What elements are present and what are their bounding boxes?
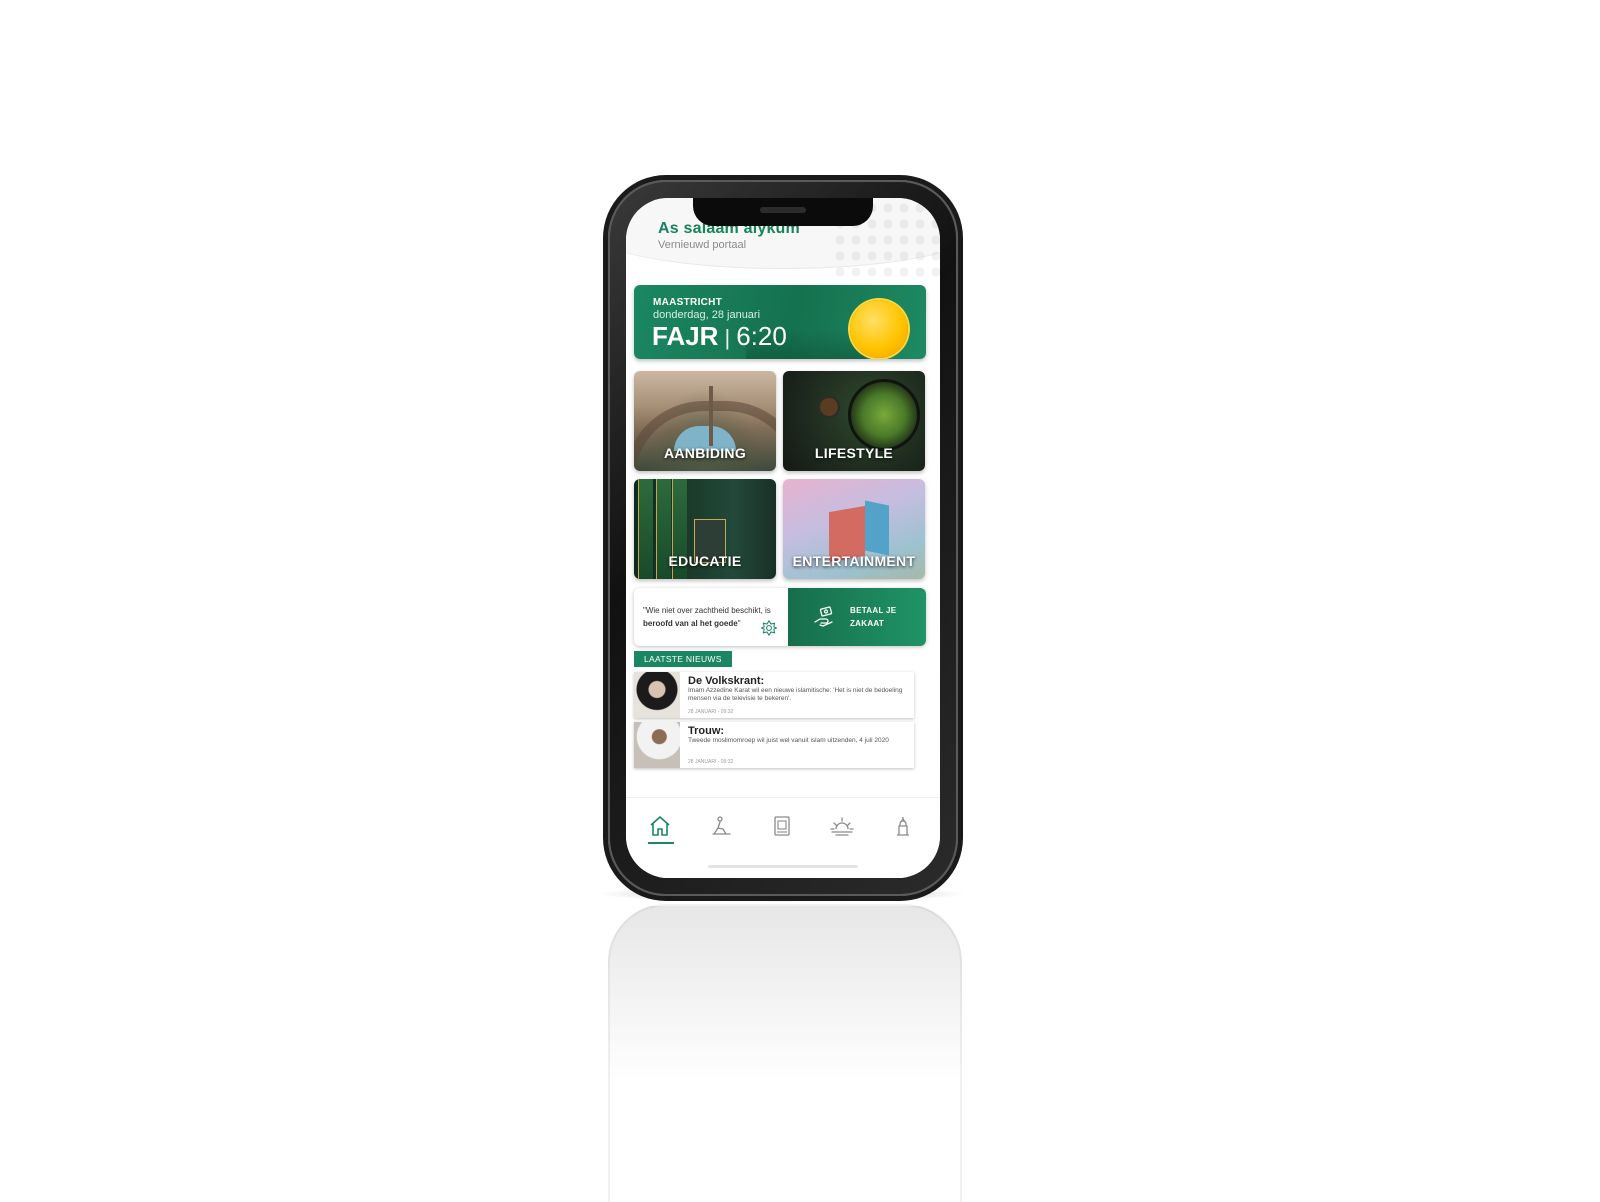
pay-zakaat-button[interactable]: BETAAL JE ZAKAAT: [788, 588, 926, 646]
prayer-time: 6:20: [736, 321, 787, 351]
speaker-grille: [760, 207, 806, 213]
news-thumbnail: [634, 722, 680, 768]
news-source: Trouw:: [688, 725, 725, 737]
phone-frame: As salaam alykum Vernieuwd portaal MAAST…: [608, 180, 958, 896]
quran-icon[interactable]: [770, 814, 794, 838]
prayer-city: MAASTRICHT: [653, 297, 723, 308]
home-icon[interactable]: [648, 814, 672, 838]
quote-text-bold: beroofd van al het goede: [643, 619, 738, 628]
prayer-time-card[interactable]: MAASTRICHT donderdag, 28 januari FAJR | 6:…: [634, 285, 926, 359]
active-tab-indicator: [648, 842, 674, 844]
latest-news-label: LAATSTE NIEUWS: [634, 651, 732, 667]
prayer-date: donderdag, 28 januari: [653, 309, 761, 321]
tile-label: EDUCATIE: [668, 553, 742, 569]
tile-entertainment[interactable]: ENTERTAINMENT: [783, 479, 925, 579]
prayer-time-row: FAJR | 6:20: [652, 321, 787, 352]
tile-lifestyle[interactable]: LIFESTYLE: [783, 371, 925, 471]
phone-reflection: [608, 904, 962, 1202]
tile-label: LIFESTYLE: [814, 445, 894, 461]
tile-image-dish: [818, 396, 840, 418]
news-date: 28 JANUARI - 09:32: [688, 709, 734, 715]
quote-text: "Wie niet over zachtheid beschikt, is be…: [643, 604, 778, 630]
pay-zakaat-line1: BETAAL JE: [850, 606, 897, 615]
app-screen: As salaam alykum Vernieuwd portaal MAAST…: [626, 198, 940, 878]
giving-hand-icon: [814, 606, 833, 627]
pay-zakaat-label: BETAAL JE ZAKAAT: [850, 604, 896, 630]
islamic-star-icon: [761, 620, 777, 636]
quote-card: "Wie niet over zachtheid beschikt, is be…: [634, 588, 926, 646]
bottom-tab-bar: [626, 797, 940, 878]
phone-notch: [693, 198, 873, 226]
tile-aanbiding[interactable]: AANBIDING: [634, 371, 776, 471]
sunrise-icon[interactable]: [830, 814, 854, 838]
tile-label: ENTERTAINMENT: [792, 553, 916, 569]
tile-image-bowl: [848, 379, 920, 451]
tile-image-cube: [865, 500, 889, 556]
news-item[interactable]: Trouw: Tweede moslimomroep wil juist wel…: [634, 722, 914, 768]
news-source: De Volkskrant:: [688, 675, 765, 687]
tile-educatie[interactable]: EDUCATIE: [634, 479, 776, 579]
news-date: 28 JANUARI - 09:32: [688, 759, 734, 765]
prayer-icon[interactable]: [709, 814, 733, 838]
greeting-subtitle: Vernieuwd portaal: [658, 239, 747, 251]
news-body: Tweede moslimomroep wil juist wel vanuit…: [688, 737, 889, 744]
tile-label: AANBIDING: [663, 445, 747, 461]
quote-text-prefix: "Wie niet over zachtheid beschikt, is: [643, 606, 771, 615]
news-thumbnail: [634, 672, 680, 718]
home-indicator: [708, 865, 858, 868]
pay-zakaat-line2: ZAKAAT: [850, 619, 885, 628]
sun-icon: [850, 300, 908, 358]
tile-image-minaret: [709, 386, 713, 446]
quote-text-suffix: ": [737, 619, 741, 628]
mosque-icon[interactable]: [891, 814, 915, 838]
prayer-name: FAJR: [652, 321, 719, 351]
prayer-separator: |: [724, 325, 731, 350]
news-item[interactable]: De Volkskrant: Imam Azzedine Karat wil e…: [634, 672, 914, 718]
news-body: Imam Azzedine Karat wil een nieuwe islam…: [688, 687, 903, 702]
